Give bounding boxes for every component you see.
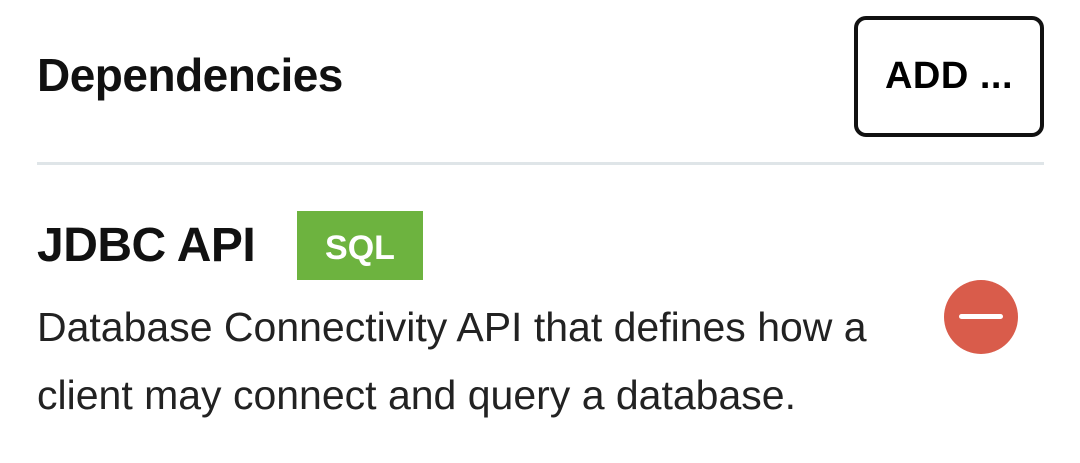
dependency-item: JDBC API SQL Database Connectivity API t… [37,210,1044,430]
dependency-description: Database Connectivity API that defines h… [37,304,867,418]
header-divider [37,162,1044,165]
remove-dependency-button[interactable] [944,280,1018,354]
dependencies-header: Dependencies ADD ... [37,16,1044,142]
add-dependency-button[interactable]: ADD ... [854,16,1044,137]
minus-circle-icon [959,314,1003,319]
dependency-category-badge: SQL [297,211,423,280]
dependency-name: JDBC API [37,219,256,272]
dependencies-panel: Dependencies ADD ... JDBC API SQL Databa… [0,0,1080,463]
dependencies-title: Dependencies [37,49,343,101]
